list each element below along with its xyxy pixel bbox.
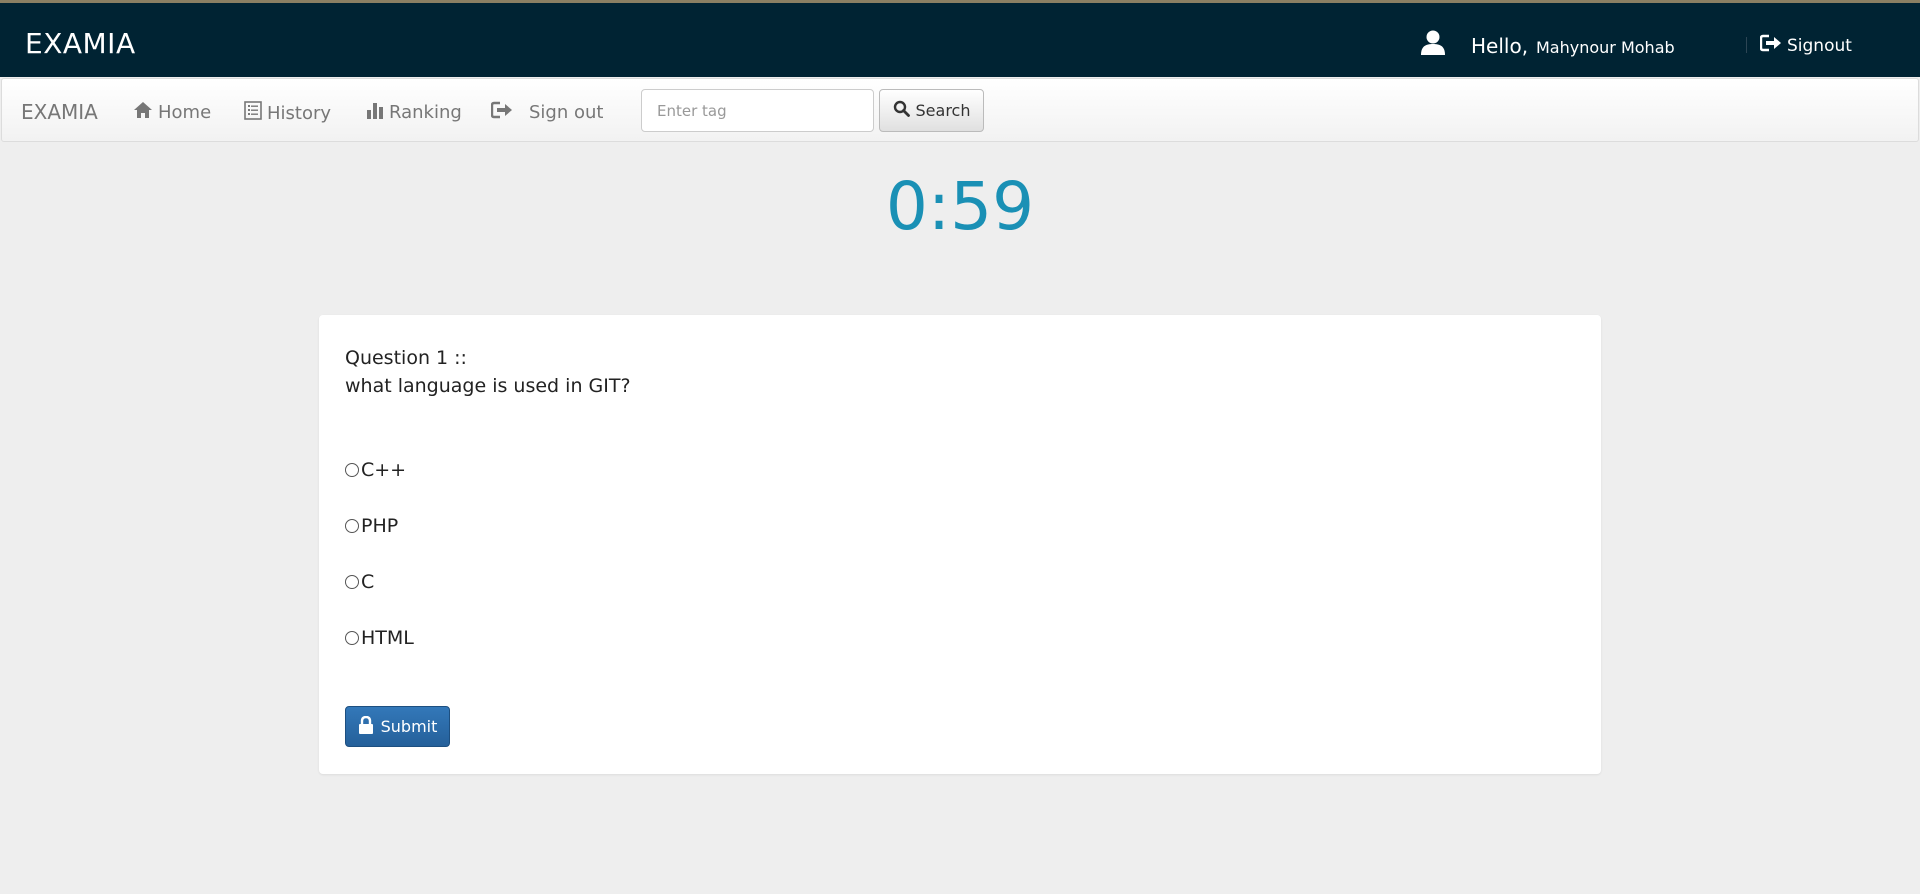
username-text: Mahynour Mohab	[1536, 38, 1675, 57]
answer-option[interactable]: HTML	[345, 627, 414, 649]
countdown-timer: 0:59	[885, 168, 1035, 245]
submit-button[interactable]: Submit	[345, 706, 450, 747]
radio-button[interactable]	[345, 575, 359, 589]
question-number: Question 1 ::	[345, 347, 467, 369]
nav-home-label: Home	[158, 102, 212, 123]
greeting-text: Hello,	[1471, 34, 1529, 58]
search-button[interactable]: Search	[879, 89, 984, 132]
answer-option[interactable]: C	[345, 571, 374, 593]
nav-signout-label: Sign out	[529, 102, 604, 123]
answer-option-label: C++	[361, 459, 407, 481]
answer-option-label: C	[361, 571, 375, 593]
answer-option[interactable]: C++	[345, 459, 406, 481]
top-header: EXAMIA Hello, Mahynour Mohab Signout	[0, 0, 1920, 77]
nav-history-label: History	[267, 102, 332, 124]
answer-option[interactable]: PHP	[345, 515, 398, 537]
nav-item-ranking[interactable]: Ranking	[366, 101, 462, 124]
radio-button[interactable]	[345, 463, 359, 477]
nav-item-home[interactable]: Home	[133, 101, 211, 124]
nav-item-history[interactable]: History	[244, 101, 331, 125]
tag-search-input[interactable]	[641, 89, 874, 132]
question-panel: Question 1 :: what language is used in G…	[319, 315, 1601, 774]
sign-out-icon	[490, 101, 513, 124]
sign-out-icon	[1759, 34, 1782, 57]
radio-button[interactable]	[345, 631, 359, 645]
question-text: what language is used in GIT?	[345, 375, 631, 397]
user-icon	[1420, 30, 1446, 59]
header-divider	[1746, 37, 1747, 53]
submit-button-label: Submit	[380, 717, 438, 736]
header-signout-link[interactable]: Signout	[1759, 34, 1852, 57]
main-navbar: EXAMIA Home History Ranking Sign out Ent…	[1, 78, 1919, 142]
search-icon	[893, 100, 910, 121]
header-signout-label: Signout	[1787, 35, 1852, 56]
lock-icon	[358, 715, 374, 738]
nav-brand[interactable]: EXAMIA	[21, 100, 98, 124]
list-icon	[244, 101, 262, 125]
nav-ranking-label: Ranking	[389, 102, 462, 123]
home-icon	[133, 101, 153, 124]
answer-option-label: PHP	[361, 515, 399, 537]
search-button-label: Search	[915, 101, 971, 120]
answer-option-label: HTML	[361, 627, 414, 649]
radio-button[interactable]	[345, 519, 359, 533]
header-brand[interactable]: EXAMIA	[25, 27, 136, 60]
bar-chart-icon	[366, 101, 384, 124]
nav-item-signout[interactable]: Sign out	[490, 101, 604, 124]
